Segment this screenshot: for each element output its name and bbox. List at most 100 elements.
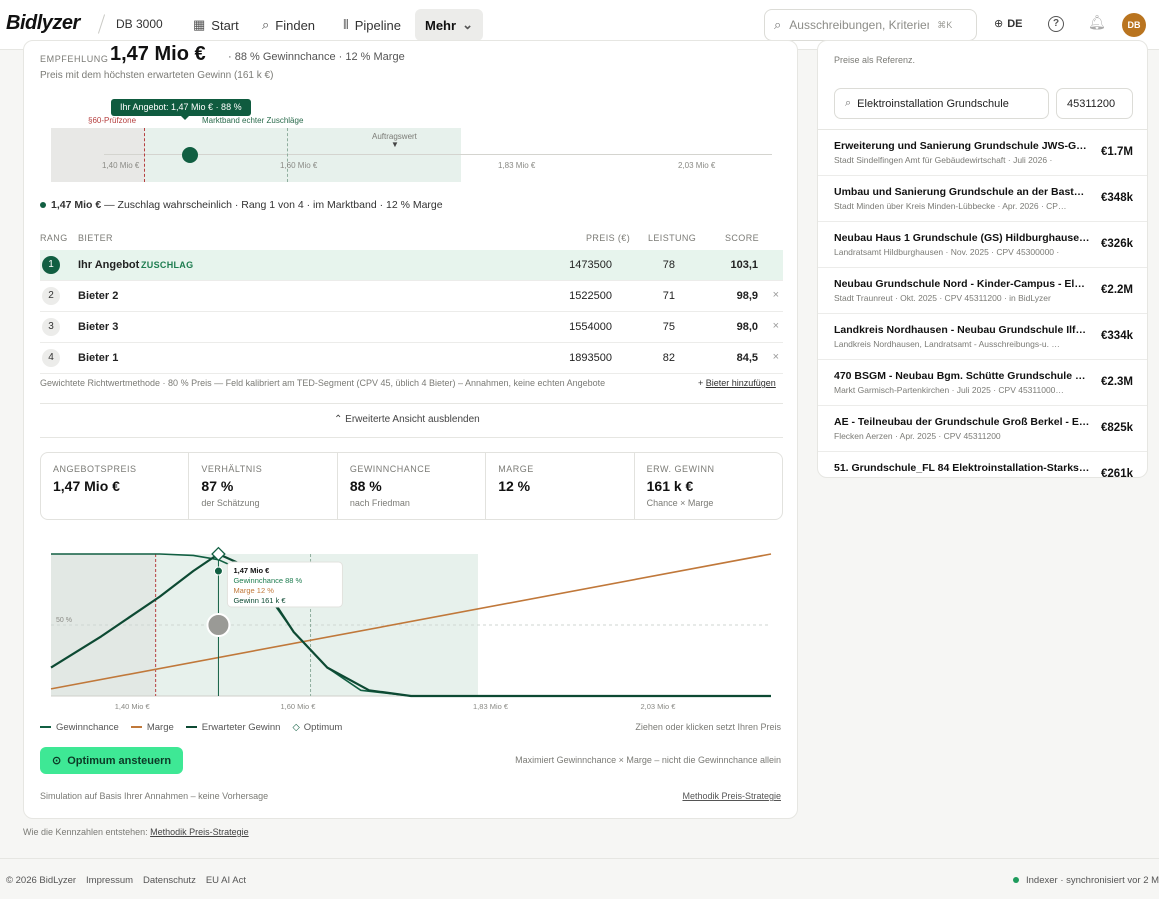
bidder-score: 98,9 — [736, 290, 758, 302]
add-bidder-link[interactable]: + Bieter hinzufügen — [698, 378, 776, 388]
legend-optimum: ◇ Optimum — [292, 722, 343, 733]
bidder-score: 84,5 — [736, 352, 758, 364]
cpv-value: 45311200 — [1067, 97, 1116, 110]
nav-start[interactable]: ▦ Start — [183, 9, 249, 41]
reference-item[interactable]: 470 BSGM - Neubau Bgm. Schütte Grundschu… — [818, 360, 1147, 406]
below-note-text: Wie die Kennzahlen entstehen: — [23, 827, 148, 837]
simulation-note: Simulation auf Basis Ihrer Annahmen – ke… — [40, 791, 269, 801]
divider — [40, 403, 783, 404]
remove-bidder-icon[interactable]: × — [773, 289, 779, 301]
language-label: DE — [1007, 17, 1023, 30]
remove-bidder-icon[interactable]: × — [773, 320, 779, 332]
kpi-ratio: VERHÄLTNIS 87 % der Schätzung — [189, 453, 338, 519]
chart-legend: Gewinnchance Marge Erwarteter Gewinn ◇ Op… — [40, 722, 342, 733]
reference-value: €2.2M — [1101, 284, 1133, 296]
table-row[interactable]: 3 Bieter 3 1554000 75 98,0 × — [40, 312, 783, 343]
kpi-sub: nach Friedman — [349, 498, 410, 508]
collapse-advanced-toggle[interactable]: ⌃ Erweiterte Ansicht ausblenden — [334, 414, 480, 425]
reference-item[interactable]: Neubau Grundschule Nord - Kinder-Campus … — [818, 268, 1147, 314]
nav-pipeline[interactable]: ⦀ Pipeline — [333, 9, 411, 41]
kpi-value: 88 % — [349, 478, 382, 494]
cpv-field[interactable]: 45311200 — [1056, 88, 1133, 119]
footer-datenschutz[interactable]: Datenschutz — [143, 875, 196, 886]
reference-subtitle: Stadt Sindelfingen Amt für Gebäudewirtsc… — [834, 155, 1053, 165]
below-note-link[interactable]: Methodik Preis-Strategie — [150, 827, 249, 837]
th-performance: LEISTUNG — [648, 233, 697, 243]
table-row[interactable]: 2 Bieter 2 1522500 71 98,9 × — [40, 281, 783, 312]
reference-subtitle: Flecken Aerzen · Apr. 2025 · CPV 4531120… — [834, 431, 1001, 441]
reference-item[interactable]: 51. Grundschule_FL 84 Elektroinstallatio… — [818, 452, 1147, 477]
award-badge: ZUSCHLAG — [141, 260, 194, 270]
bidder-performance[interactable]: 75 — [663, 321, 675, 333]
bidder-performance[interactable]: 78 — [663, 259, 675, 271]
optimum-button[interactable]: ⊙ Optimum ansteuern — [40, 747, 184, 774]
kpi-offer-price: ANGEBOTSPREIS 1,47 Mio € — [41, 453, 190, 519]
footer-impressum[interactable]: Impressum — [86, 875, 133, 886]
reference-item[interactable]: Landkreis Nordhausen - Neubau Grundschul… — [818, 314, 1147, 360]
reference-item[interactable]: Umbau und Sanierung Grundschule an der B… — [818, 176, 1147, 222]
reference-subtitle: Landratsamt Hildburghausen · Nov. 2025 ·… — [834, 247, 1060, 257]
remove-bidder-icon[interactable]: × — [773, 351, 779, 363]
reference-title: Umbau und Sanierung Grundschule an der B… — [834, 186, 1090, 198]
nav-finden[interactable]: ⌕ Finden — [252, 9, 325, 41]
nav-mehr[interactable]: Mehr ⌄ — [415, 9, 483, 41]
search-icon: ⌕ — [845, 97, 852, 109]
search-input[interactable] — [789, 18, 930, 32]
summary-value: 1,47 Mio € — [51, 199, 102, 211]
reference-value: €348k — [1101, 192, 1133, 204]
footer-links: © 2026 BidLyzer Impressum Datenschutz EU… — [6, 875, 246, 886]
reference-item[interactable]: AE - Teilneubau der Grundschule Groß Ber… — [818, 406, 1147, 452]
chart-hint: Ziehen oder klicken setzt Ihren Preis — [635, 722, 781, 732]
summary-dot-icon — [40, 202, 46, 208]
rank-badge: 3 — [42, 318, 60, 336]
footer-ai-act[interactable]: EU AI Act — [206, 875, 246, 886]
kpi-sub: Chance × Marge — [646, 498, 714, 508]
bidder-performance[interactable]: 71 — [663, 290, 675, 302]
nav-start-label: Start — [211, 17, 239, 33]
reference-subtitle: Stadt Minden über Kreis Minden-Lübbecke … — [834, 201, 1067, 211]
workspace-name[interactable]: DB 3000 — [116, 17, 163, 31]
bidder-price[interactable]: 1893500 — [569, 352, 612, 364]
reference-item[interactable]: Erweiterung und Sanierung Grundschule JW… — [818, 130, 1147, 176]
reference-value: €334k — [1101, 330, 1133, 342]
language-switch[interactable]: ⊕ DE — [994, 17, 1023, 31]
rank-badge: 4 — [42, 349, 60, 367]
market-band-label: Marktband echter Zuschläge — [202, 116, 304, 125]
chevron-down-icon: ⌄ — [462, 17, 473, 32]
offer-handle[interactable] — [182, 147, 198, 163]
method-link[interactable]: Methodik Preis-Strategie — [682, 791, 781, 801]
help-icon[interactable]: ? — [1048, 16, 1064, 32]
nav-finden-label: Finden — [275, 17, 316, 33]
globe-icon: ⊕ — [994, 18, 1004, 30]
simulation-chart[interactable]: 50 % 1,40 Mio € 1,60 Mio € 1,83 Mio € 2,03 M… — [24, 536, 798, 716]
bell-icon[interactable]: 🔔︎ — [1088, 14, 1106, 31]
reference-item[interactable]: Neubau Haus 1 Grundschule (GS) Hildburgh… — [818, 222, 1147, 268]
bidder-price[interactable]: 1473500 — [569, 259, 612, 271]
table-row[interactable]: 1 Ihr Angebot ZUSCHLAG 1473500 78 103,1 — [40, 250, 783, 281]
bidder-name: Bieter 1 — [78, 352, 119, 364]
x-tick-label: 1,40 Mio € — [115, 702, 151, 711]
brand-logo[interactable]: Bidlyzer — [6, 12, 80, 35]
optimum-tooltip-line: Gewinn 161 k € — [233, 596, 286, 605]
method-note: Gewichtete Richtwertmethode · 80 % Preis… — [40, 378, 606, 388]
bidder-performance[interactable]: 82 — [663, 352, 675, 364]
table-row[interactable]: 4 Bieter 1 1893500 82 84,5 × — [40, 343, 783, 374]
search-shortcut: ⌘K — [937, 19, 953, 30]
reference-value: €326k — [1101, 238, 1133, 250]
band-axis — [104, 154, 772, 155]
target-icon: ⊙ — [52, 755, 62, 767]
avatar[interactable]: DB — [1122, 13, 1146, 37]
below-note: Wie die Kennzahlen entstehen: Methodik P… — [23, 827, 249, 837]
market-band-line — [287, 128, 288, 182]
indexer-status-text: Indexer · synchronisiert vor 2 Min. — [1026, 875, 1159, 886]
bidder-score: 103,1 — [730, 259, 758, 271]
pruefzone-band — [51, 128, 145, 182]
reference-subtitle: Landkreis Nordhausen, Landratsamt - Auss… — [834, 339, 1060, 349]
bidder-price[interactable]: 1522500 — [569, 290, 612, 302]
rank-badge: 1 — [42, 256, 60, 274]
price-drag-handle — [206, 613, 231, 637]
reference-query-field[interactable]: ⌕ Elektroinstallation Grundschule — [834, 88, 1049, 119]
global-search[interactable]: ⌕ ⌘K — [764, 9, 977, 41]
pipeline-icon: ⦀ — [343, 17, 349, 32]
bidder-price[interactable]: 1554000 — [569, 321, 612, 333]
